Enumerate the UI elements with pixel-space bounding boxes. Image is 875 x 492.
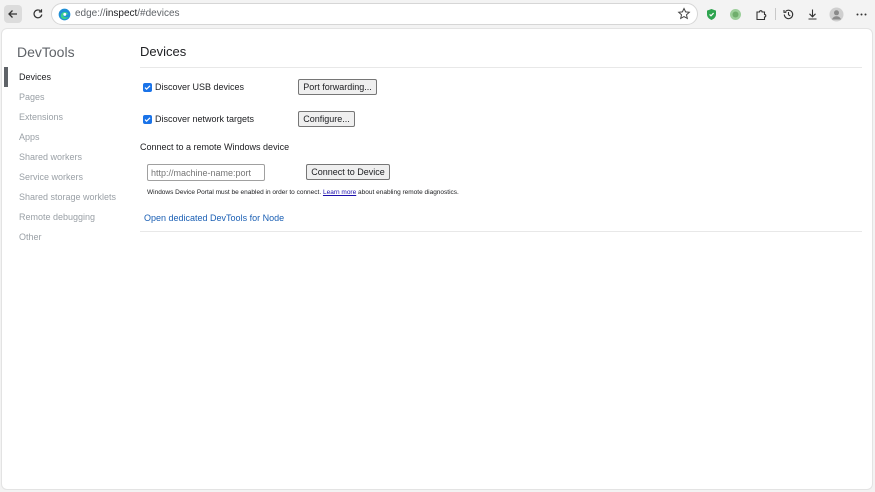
port-forwarding-button[interactable]: Port forwarding... [298, 79, 377, 95]
circle-extension-icon [729, 8, 741, 20]
url-scheme: edge:// [75, 8, 106, 19]
history-icon [782, 9, 793, 19]
title-divider [140, 67, 862, 68]
favorite-star-icon[interactable] [677, 7, 691, 21]
sidebar-item-remote-debugging[interactable]: Remote debugging [2, 207, 132, 227]
open-node-devtools-link[interactable]: Open dedicated DevTools for Node [144, 213, 284, 223]
edge-logo-icon [58, 8, 71, 21]
circle-extension-button[interactable] [727, 6, 743, 22]
sidebar-item-pages[interactable]: Pages [2, 87, 132, 107]
address-bar[interactable]: edge://inspect/#devices [51, 3, 698, 25]
sidebar-title: DevTools [17, 44, 75, 60]
extensions-button[interactable] [753, 6, 769, 22]
main-panel: Devices Discover USB devices Port forwar… [140, 29, 862, 489]
connect-to-device-button[interactable]: Connect to Device [306, 164, 390, 180]
bottom-divider [140, 231, 862, 232]
sidebar-item-shared-storage-worklets[interactable]: Shared storage worklets [2, 187, 132, 207]
reload-icon [33, 9, 43, 19]
network-discovery-checkbox[interactable] [143, 114, 152, 124]
configure-button[interactable]: Configure... [298, 111, 355, 127]
url-path: /#devices [137, 8, 180, 19]
url-text[interactable]: edge://inspect/#devices [75, 8, 180, 19]
back-button[interactable] [4, 5, 22, 23]
puzzle-icon [755, 9, 766, 20]
network-discovery-row: Discover network targets [143, 114, 254, 124]
history-button[interactable] [780, 6, 796, 22]
usb-discovery-label: Discover USB devices [155, 82, 245, 92]
reload-button[interactable] [29, 5, 47, 23]
checkmark-icon [144, 84, 151, 90]
downloads-button[interactable] [804, 6, 820, 22]
remote-device-heading: Connect to a remote Windows device [140, 142, 290, 152]
note-text-before: Windows Device Portal must be enabled in… [147, 189, 322, 196]
shield-extension-button[interactable] [703, 6, 719, 22]
checkmark-icon [144, 116, 151, 122]
toolbar-divider [775, 8, 776, 20]
sidebar-item-shared-workers[interactable]: Shared workers [2, 147, 132, 167]
page-content: DevTools Devices Pages Extensions Apps S… [1, 28, 873, 490]
sidebar-item-devices[interactable]: Devices [2, 67, 132, 87]
sidebar-nav: Devices Pages Extensions Apps Shared wor… [2, 67, 132, 247]
usb-discovery-row: Discover USB devices [143, 82, 244, 92]
sidebar: DevTools Devices Pages Extensions Apps S… [2, 29, 132, 489]
more-menu-button[interactable] [853, 6, 869, 22]
page-title: Devices [140, 44, 187, 59]
shield-icon [706, 8, 716, 20]
sidebar-item-other[interactable]: Other [2, 227, 132, 247]
more-horizontal-icon [856, 13, 866, 15]
browser-toolbar: edge://inspect/#devices [0, 0, 875, 28]
download-icon [808, 9, 816, 20]
device-portal-note: Windows Device Portal must be enabled in… [147, 189, 459, 196]
usb-discovery-checkbox[interactable] [143, 82, 152, 92]
note-text-after: about enabling remote diagnostics. [358, 189, 459, 196]
sidebar-item-apps[interactable]: Apps [2, 127, 132, 147]
profile-button[interactable] [828, 6, 844, 22]
learn-more-link[interactable]: Learn more [323, 189, 356, 196]
machine-address-input[interactable] [147, 164, 265, 181]
arrow-left-icon [8, 10, 17, 18]
url-host: inspect [105, 8, 138, 19]
sidebar-item-service-workers[interactable]: Service workers [2, 167, 132, 187]
network-discovery-label: Discover network targets [155, 114, 255, 124]
sidebar-item-extensions[interactable]: Extensions [2, 107, 132, 127]
avatar-icon [829, 7, 843, 21]
